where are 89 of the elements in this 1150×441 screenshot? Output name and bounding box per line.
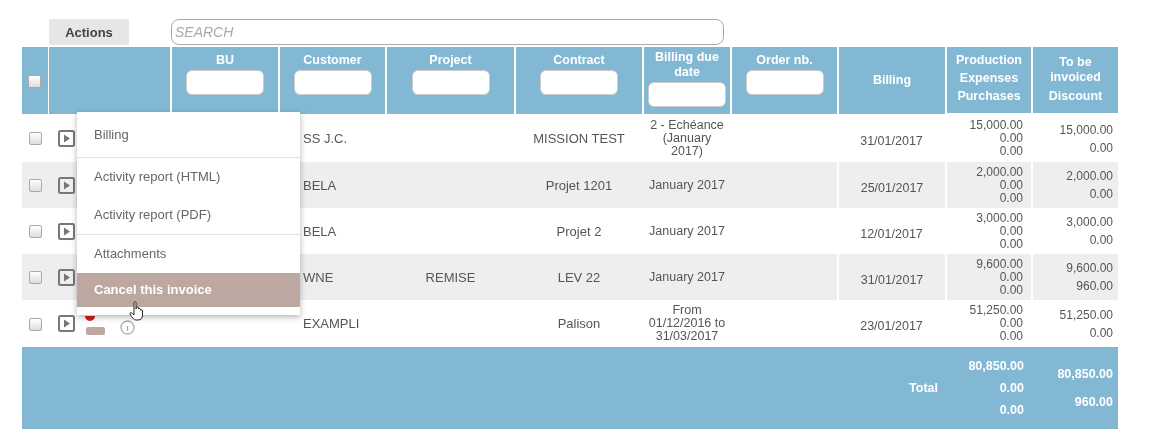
table-cell: 31/01/2017: [860, 133, 923, 148]
table-cell-text: 3,000.00: [1065, 214, 1113, 231]
row-checkbox[interactable]: [28, 132, 42, 146]
play-icon[interactable]: [58, 268, 75, 286]
table-cell-text: 0.00: [999, 224, 1023, 238]
table-cell-text: 0.00: [1088, 232, 1113, 249]
table-cell-text: 0.00: [1088, 324, 1113, 342]
column-header: BU: [215, 53, 235, 68]
filter-field[interactable]: [540, 70, 618, 95]
table-cell-text: 3,000.00: [975, 211, 1023, 225]
column-header: Billing due date: [654, 50, 720, 80]
search-field[interactable]: SEARCH: [171, 19, 724, 45]
play-icon[interactable]: [58, 176, 75, 194]
table-cell-text: 960.00: [1075, 278, 1113, 295]
table-cell: LEV 22: [557, 269, 601, 285]
info-icon[interactable]: [120, 320, 135, 335]
total-value: 0.00: [998, 380, 1024, 397]
table-cell: REMISE: [425, 269, 476, 285]
menu-item[interactable]: Billing: [77, 112, 300, 157]
table-cell-text: 2,000.00: [975, 165, 1023, 179]
filter-field[interactable]: [186, 70, 264, 95]
table-cell-text: 0.00: [999, 178, 1023, 192]
table-cell: 2 - Echéance (January 2017): [650, 117, 724, 158]
column-header: Billing: [872, 73, 912, 88]
table-cell-text: 0.00: [998, 283, 1023, 297]
table-cell-text: 9,600.00: [1065, 260, 1113, 277]
table-cell: WNE: [303, 269, 334, 285]
column-header: Purchases: [957, 88, 1021, 105]
table-cell: January 2017: [649, 269, 725, 284]
table-cell-text: 2,000.00: [1065, 168, 1113, 185]
table-cell: January 2017: [649, 223, 725, 238]
table-cell: MISSION TEST: [533, 130, 625, 146]
menu-item[interactable]: Attachments: [77, 235, 300, 273]
menu-item[interactable]: Activity report (PDF): [77, 196, 300, 234]
column-header: To be invoiced: [1049, 55, 1102, 85]
column-header: Production: [956, 52, 1022, 69]
select-all-checkbox[interactable]: [28, 74, 42, 88]
filter-field[interactable]: [411, 70, 490, 95]
actions-button[interactable]: Actions: [49, 19, 129, 45]
table-cell: From 01/12/2016 to 31/03/2017: [648, 303, 726, 343]
total-value: 0.00: [998, 402, 1024, 419]
column-header: Contract: [553, 53, 605, 68]
table-cell-text: 0.00: [998, 317, 1023, 330]
table-cell: Projet 1201: [545, 177, 613, 193]
table-cell: EXAMPLI: [303, 316, 360, 331]
row-checkbox[interactable]: [28, 317, 42, 331]
tag-icon: [86, 327, 105, 335]
filter-field[interactable]: [648, 82, 726, 107]
total-value: 80,850.00: [1056, 366, 1113, 383]
table-cell: January 2017: [649, 177, 725, 192]
menu-item[interactable]: Activity report (HTML): [77, 158, 300, 196]
total-label: Total: [909, 381, 938, 395]
column-header: Order nb.: [756, 53, 813, 68]
table-cell: BELA: [303, 223, 337, 239]
table-cell: 12/01/2017: [860, 226, 923, 241]
table-cell-text: 15,000.00: [968, 119, 1023, 132]
row-checkbox[interactable]: [28, 179, 42, 193]
play-icon[interactable]: [58, 222, 75, 240]
table-cell-text: 0.00: [998, 132, 1023, 145]
total-value: 80,850.00: [967, 358, 1024, 375]
column-header: Project: [429, 53, 472, 68]
total-value: 960.00: [1073, 394, 1113, 411]
table-cell-text: 0.00: [1088, 139, 1113, 157]
table-cell-text: 15,000.00: [1058, 121, 1113, 139]
row-checkbox[interactable]: [28, 271, 42, 285]
table-cell-text: 0.00: [1088, 186, 1113, 203]
table-cell: Projet 2: [556, 223, 602, 239]
column-header: Discount: [1048, 89, 1103, 104]
table-cell-text: 0.00: [998, 191, 1023, 205]
column-header: Expenses: [959, 70, 1019, 87]
table-cell-text: 0.00: [998, 330, 1023, 343]
table-cell-text: 0.00: [999, 270, 1023, 284]
play-icon[interactable]: [58, 315, 75, 332]
table-cell: 31/01/2017: [860, 272, 924, 287]
table-cell-text: 51,250.00: [968, 304, 1023, 317]
table-cell-text: 51,250.00: [1058, 306, 1113, 324]
filter-field[interactable]: [293, 70, 372, 95]
table-cell: BELA: [303, 177, 337, 193]
table-cell: Palison: [557, 316, 601, 331]
row-checkbox[interactable]: [28, 225, 42, 239]
table-cell-text: 0.00: [998, 237, 1023, 251]
table-cell-text: 0.00: [998, 145, 1023, 158]
table-cell: SS J.C.: [303, 130, 348, 146]
table-cell: 23/01/2017: [860, 319, 923, 333]
table-cell: 25/01/2017: [860, 180, 924, 195]
play-icon[interactable]: [58, 129, 75, 147]
column-header: Customer: [303, 53, 362, 68]
table-cell-text: 9,600.00: [975, 257, 1023, 271]
filter-field[interactable]: [745, 70, 824, 95]
